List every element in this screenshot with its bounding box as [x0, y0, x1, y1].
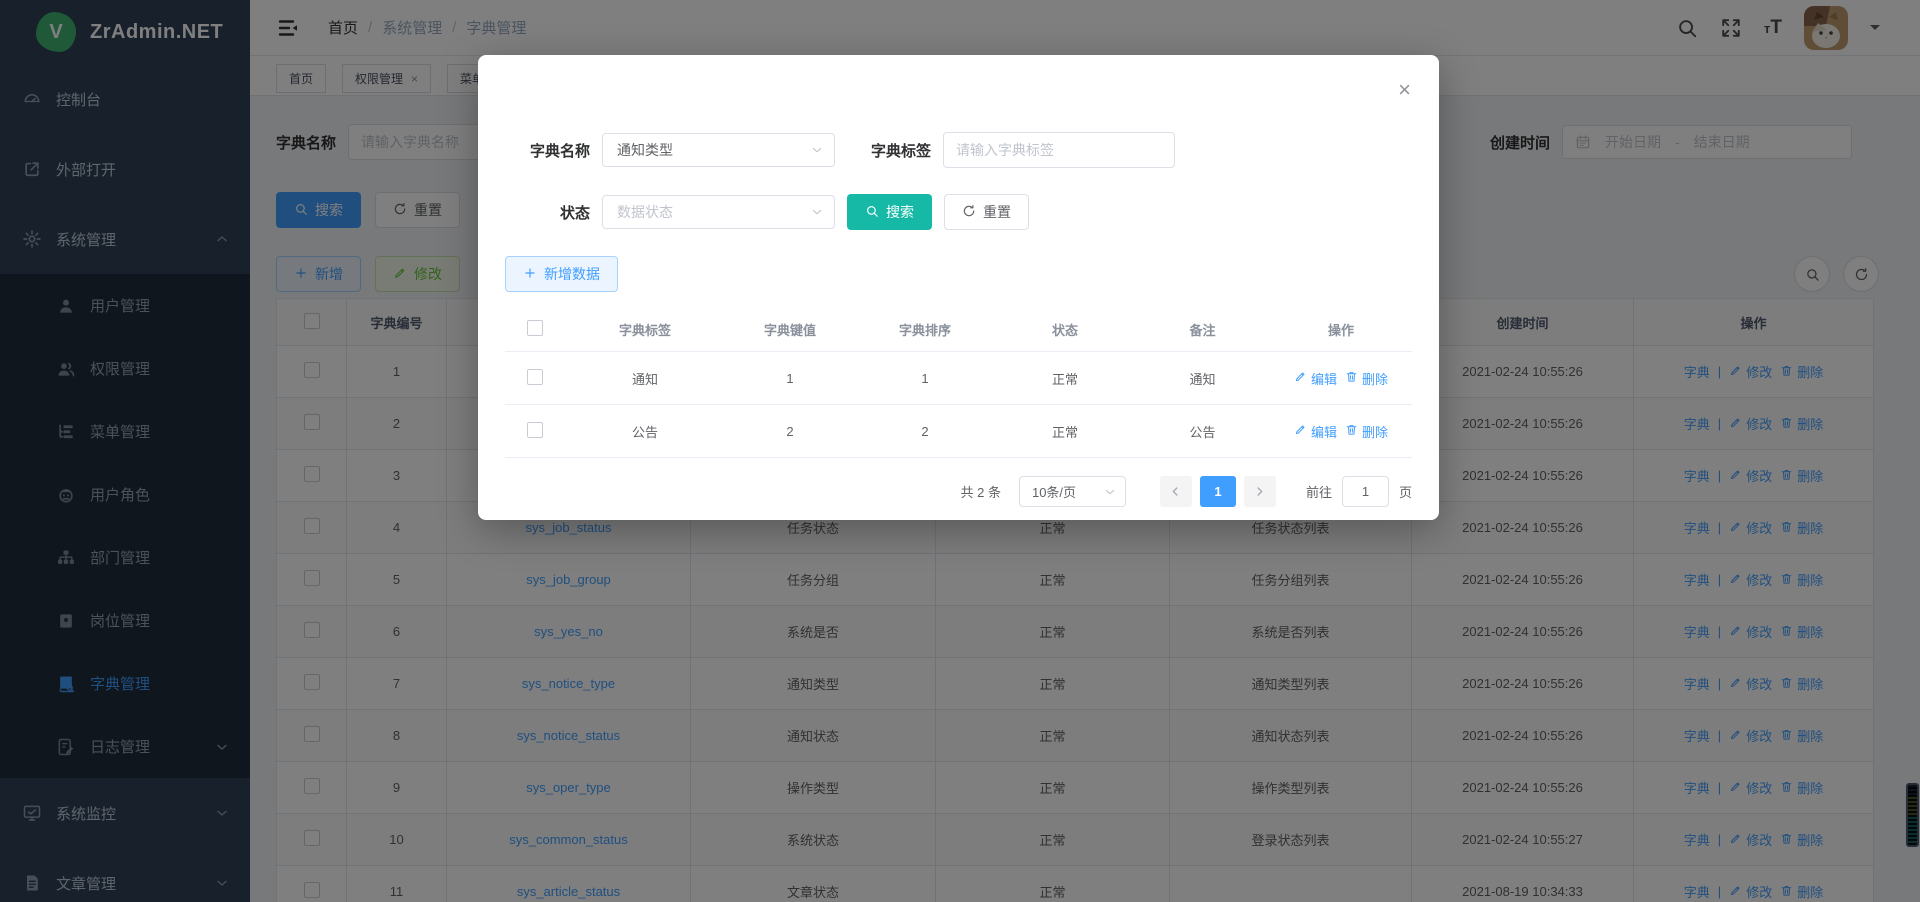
- trash-icon: [1345, 370, 1358, 386]
- dialog-status-label: 状态: [505, 202, 590, 223]
- plus-icon: [523, 266, 537, 283]
- column-header: 操作: [1270, 307, 1412, 352]
- dialog-dict-label-input[interactable]: [943, 132, 1175, 168]
- dialog-search-button[interactable]: 搜索: [847, 194, 932, 230]
- data-value-cell: 2: [725, 405, 855, 458]
- dialog-add-data-button[interactable]: 新增数据: [505, 256, 618, 292]
- column-header: 备注: [1135, 307, 1270, 352]
- current-page-button[interactable]: 1: [1200, 476, 1236, 507]
- dialog-dict-name-select[interactable]: 通知类型: [602, 133, 835, 167]
- prev-page-button[interactable]: [1160, 476, 1192, 507]
- data-sort-cell: 1: [855, 352, 995, 405]
- data-remark-cell: 通知: [1135, 352, 1270, 405]
- row-delete-link[interactable]: 删除: [1345, 369, 1388, 388]
- data-value-cell: 1: [725, 352, 855, 405]
- dialog-select-all-checkbox[interactable]: [527, 320, 543, 336]
- data-sort-cell: 2: [855, 405, 995, 458]
- dict-data-dialog: × 字典名称 通知类型 字典标签 状态 数据状态 搜索: [478, 55, 1439, 520]
- row-checkbox[interactable]: [527, 422, 543, 438]
- goto-page-input[interactable]: [1342, 476, 1389, 507]
- chevron-down-icon: [810, 205, 824, 219]
- pencil-icon: [1294, 370, 1307, 386]
- magnifier-icon: [865, 204, 879, 221]
- dict-data-table: 字典标签字典键值字典排序状态备注操作 通知 1 1 正常 通知: [505, 307, 1412, 458]
- dialog-table-row: 通知 1 1 正常 通知 编辑: [505, 352, 1412, 405]
- chevron-down-icon: [1103, 485, 1117, 499]
- data-label-cell: 公告: [565, 405, 725, 458]
- chevron-down-icon: [810, 143, 824, 157]
- trash-icon: [1345, 423, 1358, 439]
- dialog-dict-name-label: 字典名称: [505, 140, 590, 161]
- close-icon[interactable]: ×: [1398, 79, 1411, 101]
- dialog-reset-button[interactable]: 重置: [944, 194, 1029, 230]
- data-status-cell: 正常: [995, 352, 1135, 405]
- row-edit-link[interactable]: 编辑: [1294, 369, 1337, 388]
- column-header: 状态: [995, 307, 1135, 352]
- goto-label: 前往: [1306, 482, 1332, 501]
- scroll-indicator[interactable]: [1906, 783, 1919, 847]
- data-remark-cell: 公告: [1135, 405, 1270, 458]
- page-size-select[interactable]: 10条/页: [1019, 476, 1126, 507]
- row-edit-link[interactable]: 编辑: [1294, 422, 1337, 441]
- column-header: 字典键值: [725, 307, 855, 352]
- row-checkbox[interactable]: [527, 369, 543, 385]
- dialog-table-row: 公告 2 2 正常 公告 编辑: [505, 405, 1412, 458]
- row-delete-link[interactable]: 删除: [1345, 422, 1388, 441]
- pencil-icon: [1294, 423, 1307, 439]
- column-header: 字典标签: [565, 307, 725, 352]
- dialog-dict-label-label: 字典标签: [871, 140, 931, 161]
- pagination-total: 共 2 条: [961, 482, 1001, 501]
- page-unit-label: 页: [1399, 482, 1412, 501]
- data-status-cell: 正常: [995, 405, 1135, 458]
- app-root: V ZrAdmin.NET 控制台 外部打开 系统管理: [0, 0, 1920, 902]
- data-label-cell: 通知: [565, 352, 725, 405]
- refresh-icon: [962, 204, 976, 221]
- column-header: 字典排序: [855, 307, 995, 352]
- next-page-button[interactable]: [1244, 476, 1276, 507]
- dialog-status-select[interactable]: 数据状态: [602, 195, 835, 229]
- dialog-pagination: 共 2 条 10条/页 1 前往 页: [505, 476, 1412, 507]
